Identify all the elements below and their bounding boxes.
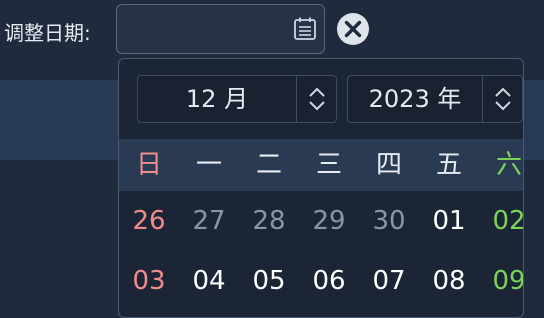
weekday-friday: 五 (435, 150, 462, 180)
month-spinner[interactable] (296, 76, 337, 122)
date-label: 调整日期: (4, 21, 91, 45)
year-value: 2023 年 (368, 85, 462, 113)
day-cell[interactable]: 01 (419, 201, 479, 241)
year-select[interactable]: 2023 年 (347, 75, 523, 123)
weekday-monday: 一 (195, 150, 222, 180)
month-value: 12 月 (185, 85, 249, 113)
day-cell[interactable]: 04 (179, 261, 239, 301)
calendar-popup: 12 月 2023 年 日 一 二 三 四 五 六 26 27 28 29 30… (118, 58, 524, 318)
weekday-sunday: 日 (135, 150, 162, 180)
clear-button[interactable] (336, 12, 370, 46)
chevron-up-down-icon (495, 87, 511, 111)
weekday-tuesday: 二 (255, 150, 282, 180)
weekday-thursday: 四 (375, 150, 402, 180)
day-cell[interactable]: 09 (479, 261, 523, 301)
day-cell[interactable]: 26 (119, 201, 179, 241)
day-cell[interactable]: 29 (299, 201, 359, 241)
date-input[interactable] (116, 4, 325, 54)
chevron-up-down-icon (309, 87, 325, 111)
day-cell[interactable]: 28 (239, 201, 299, 241)
weekday-saturday: 六 (495, 150, 522, 180)
calendar-icon[interactable] (292, 16, 318, 42)
day-cell[interactable]: 02 (479, 201, 523, 241)
day-cell[interactable]: 27 (179, 201, 239, 241)
day-cell[interactable]: 07 (359, 261, 419, 301)
day-cell[interactable]: 03 (119, 261, 179, 301)
month-select[interactable]: 12 月 (137, 75, 337, 123)
day-cell[interactable]: 30 (359, 201, 419, 241)
weekday-wednesday: 三 (315, 150, 342, 180)
day-cell[interactable]: 08 (419, 261, 479, 301)
year-spinner[interactable] (482, 76, 523, 122)
day-cell[interactable]: 05 (239, 261, 299, 301)
day-cell[interactable]: 06 (299, 261, 359, 301)
weekday-header: 日 一 二 三 四 五 六 (119, 139, 523, 191)
